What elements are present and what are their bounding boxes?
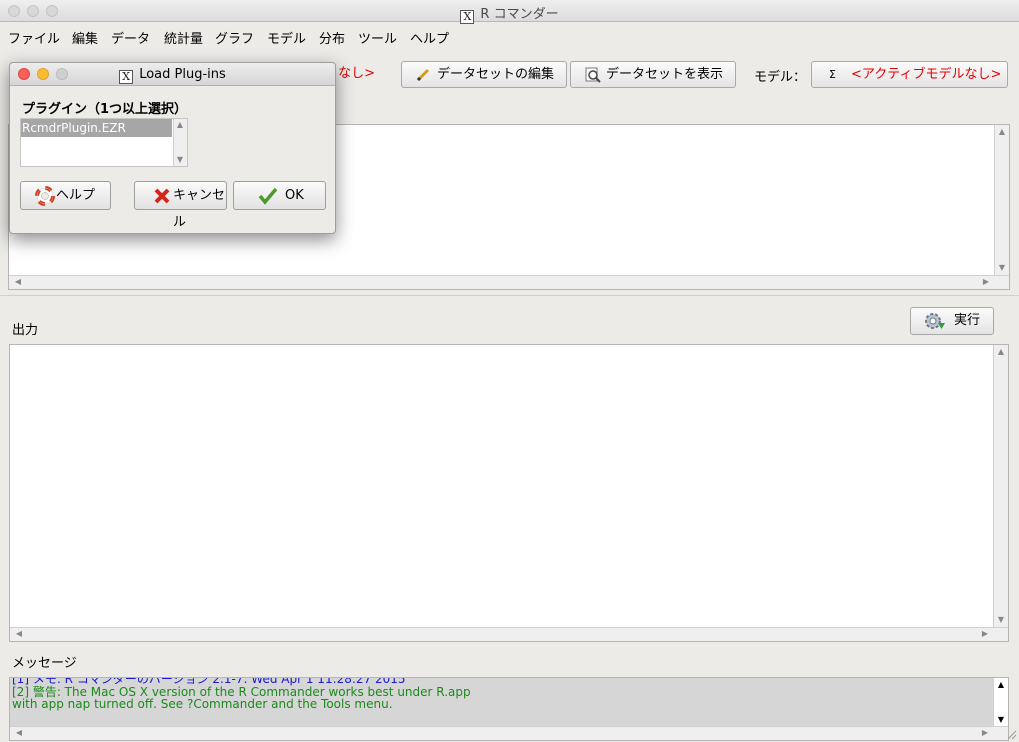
scroll-down-icon[interactable]: ▼ [995,263,1009,273]
red-x-icon [154,188,170,204]
view-dataset-label: データセットを表示 [606,67,724,82]
scroll-up-icon[interactable]: ▲ [994,347,1008,357]
model-selector[interactable]: Σ <アクティブモデルなし> [811,61,1008,88]
output-vscrollbar[interactable]: ▲ ▼ [993,345,1008,627]
messages-vscrollbar[interactable]: ▲ ▼ [993,678,1008,726]
scroll-right-icon[interactable]: ▶ [978,728,992,738]
scroll-right-icon[interactable]: ▶ [978,629,992,639]
sigma-icon: Σ [829,68,836,81]
scroll-down-icon[interactable]: ▼ [994,715,1008,725]
lifebuoy-icon [35,186,55,206]
script-hscrollbar[interactable]: ◀ ▶ [9,275,1009,289]
messages-label: メッセージ [12,656,77,671]
message-warning-line-2: with app nap turned off. See ?Commander … [12,697,393,711]
menu-graphs[interactable]: グラフ [215,28,254,47]
scroll-up-icon[interactable]: ▲ [174,120,186,130]
menu-edit[interactable]: 編集 [72,28,98,47]
dialog-title: X Load Plug-ins [10,67,335,84]
output-label: 出力 [12,323,39,338]
divider [0,295,1019,296]
menu-tools[interactable]: ツール [358,28,397,47]
edit-dataset-button[interactable]: データセットの編集 [401,61,567,88]
x11-icon: X [119,70,134,84]
plugin-list-scrollbar[interactable]: ▲ ▼ [173,119,187,166]
dialog-title-text: Load Plug-ins [139,67,226,82]
output-window[interactable]: ▲ ▼ ◀ ▶ [9,344,1009,642]
gear-icon [925,313,945,329]
magnifier-icon [585,67,601,83]
plugin-list-item[interactable]: RcmdrPlugin.EZR [21,119,172,137]
run-button[interactable]: 実行 [910,307,994,335]
scroll-up-icon[interactable]: ▲ [995,127,1009,137]
help-label: ヘルプ [56,188,96,203]
menu-statistics[interactable]: 統計量 [164,28,203,47]
dialog-titlebar: X Load Plug-ins [10,63,335,86]
menubar: ファイル 編集 データ 統計量 グラフ モデル 分布 ツール ヘルプ [0,23,1019,49]
scroll-left-icon[interactable]: ◀ [12,728,26,738]
plugins-heading: プラグイン（1つ以上選択） [22,102,188,117]
ok-label: OK [285,188,304,203]
scroll-left-icon[interactable]: ◀ [11,277,25,287]
window-title: X R コマンダー [0,3,1019,24]
pencil-icon [416,68,430,82]
edit-dataset-label: データセットの編集 [437,67,555,82]
model-label: モデル： [754,70,807,85]
cancel-button[interactable]: キャンセル [134,181,227,230]
script-vscrollbar[interactable]: ▲ ▼ [994,125,1009,275]
menu-models[interactable]: モデル [267,28,306,47]
cancel-label: キャンセル [173,188,226,230]
run-label: 実行 [954,313,981,328]
scroll-right-icon[interactable]: ▶ [979,277,993,287]
view-dataset-button[interactable]: データセットを表示 [570,61,736,88]
scroll-down-icon[interactable]: ▼ [994,615,1008,625]
scroll-up-icon[interactable]: ▲ [994,680,1008,690]
x11-icon: X [460,10,475,24]
resize-grip-icon[interactable] [1005,728,1017,740]
menu-distributions[interactable]: 分布 [319,28,345,47]
menu-help[interactable]: ヘルプ [410,28,449,47]
scroll-left-icon[interactable]: ◀ [12,629,26,639]
messages-hscrollbar[interactable]: ◀ ▶ [10,726,1008,740]
window-title-text: R コマンダー [480,7,559,22]
menu-data[interactable]: データ [111,28,150,47]
model-value: <アクティブモデルなし> [851,67,1002,82]
scroll-down-icon[interactable]: ▼ [174,155,186,165]
output-hscrollbar[interactable]: ◀ ▶ [10,627,1008,641]
messages-window[interactable]: [1] メモ: R コマンダーのバージョン 2.1-7: Wed Apr 1 1… [9,677,1009,741]
load-plugins-dialog: X Load Plug-ins プラグイン（1つ以上選択） RcmdrPlugin… [9,62,336,234]
ok-button[interactable]: OK [233,181,326,210]
dataset-value: なし> [338,66,375,81]
checkmark-icon [258,187,278,205]
plugin-listbox[interactable]: RcmdrPlugin.EZR ▲ ▼ [20,118,188,167]
menu-file[interactable]: ファイル [8,28,60,47]
window-titlebar: X R コマンダー [0,0,1019,24]
help-button[interactable]: ヘルプ [20,181,111,210]
